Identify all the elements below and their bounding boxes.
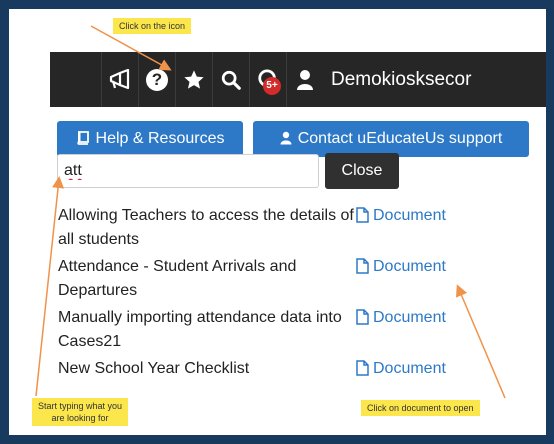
document-icon — [356, 258, 369, 282]
annotation-click-icon: Click on the icon — [113, 18, 192, 34]
megaphone-icon[interactable] — [101, 52, 138, 107]
notification-badge: 5+ — [263, 76, 281, 95]
help-resources-button[interactable]: Help & Resources — [57, 121, 243, 157]
help-icon[interactable]: ? — [138, 52, 175, 107]
user-icon — [280, 131, 292, 148]
help-button-row: Help & Resources Contact uEducateUs supp… — [57, 121, 529, 157]
document-icon — [356, 309, 369, 333]
close-button[interactable]: Close — [325, 153, 399, 189]
book-icon — [76, 130, 90, 148]
result-item: Allowing Teachers to access the details … — [58, 204, 528, 255]
document-icon — [356, 360, 369, 384]
search-results-list: Allowing Teachers to access the details … — [58, 204, 528, 408]
result-title: Allowing Teachers to access the details … — [58, 207, 354, 248]
contact-support-label: Contact uEducateUs support — [297, 130, 503, 147]
result-title: Manually importing attendance data into … — [58, 309, 342, 350]
document-link[interactable]: Document — [356, 255, 446, 306]
document-link[interactable]: Document — [356, 204, 446, 255]
annotation-click-document: Click on document to open — [361, 400, 480, 416]
top-navigation-bar: ? 5+ Demokiosksecor — [50, 52, 546, 107]
annotation-start-typing: Start typing what you are looking for — [32, 398, 129, 426]
screenshot-canvas: Click on the icon ? 5+ Demokiosksecor He… — [9, 9, 546, 435]
document-link[interactable]: Document — [356, 306, 446, 357]
notification-icon[interactable]: 5+ — [249, 52, 286, 107]
document-icon — [356, 207, 369, 231]
help-search-input[interactable] — [57, 154, 319, 188]
result-title: Attendance - Student Arrivals and Depart… — [58, 258, 297, 299]
user-name[interactable]: Demokiosksecor — [331, 69, 471, 91]
star-icon[interactable] — [175, 52, 212, 107]
contact-support-button[interactable]: Contact uEducateUs support — [253, 121, 529, 157]
search-row: Close — [57, 153, 399, 189]
user-icon[interactable] — [286, 52, 323, 107]
help-resources-label: Help & Resources — [95, 130, 225, 147]
result-item: Manually importing attendance data into … — [58, 306, 528, 357]
arrow-to-search-input — [35, 176, 65, 397]
search-icon[interactable] — [212, 52, 249, 107]
result-item: Attendance - Student Arrivals and Depart… — [58, 255, 528, 306]
